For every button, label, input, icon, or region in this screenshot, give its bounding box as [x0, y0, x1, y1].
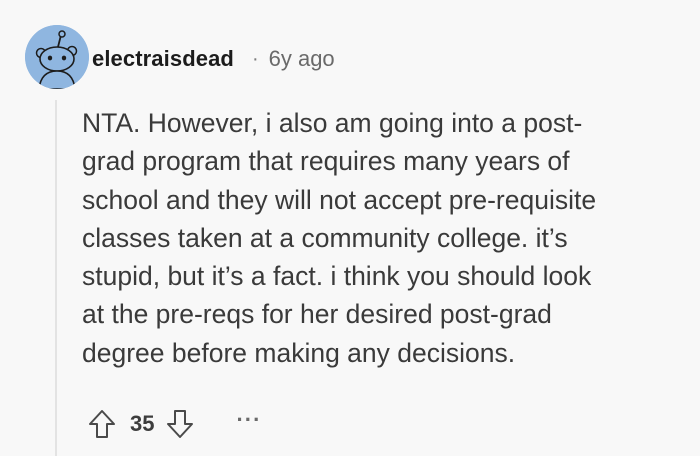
snoo-avatar-icon — [25, 25, 89, 89]
comment-line: at the pre-reqs for her desired post-gra… — [82, 299, 552, 330]
downvote-arrow-icon[interactable] — [164, 408, 196, 440]
comment-header: electraisdead · 6y ago — [92, 44, 335, 74]
comment-line: classes taken at a community college. it… — [82, 222, 568, 253]
timestamp[interactable]: 6y ago — [269, 46, 335, 72]
comment-line: stupid, but it’s a fact. i think you sho… — [82, 261, 592, 292]
thread-line[interactable] — [55, 100, 57, 456]
username[interactable]: electraisdead — [92, 46, 234, 72]
comment-line: grad program that requires many years of — [82, 146, 570, 177]
vote-score: 35 — [130, 411, 155, 436]
comment-actions: 35 ··· — [86, 404, 261, 444]
comment-line: degree before making any decisions. — [82, 337, 516, 368]
upvote-arrow-icon[interactable] — [86, 408, 118, 440]
avatar[interactable] — [25, 25, 89, 89]
meta-separator: · — [251, 47, 259, 70]
more-options-button[interactable]: ··· — [236, 409, 261, 438]
comment-body: NTA. However, i also am going into a pos… — [82, 104, 682, 372]
comment-line: school and they will not accept pre-requ… — [82, 184, 597, 215]
comment: electraisdead · 6y ago NTA. However, i a… — [0, 0, 700, 456]
comment-line: NTA. However, i also am going into a pos… — [82, 108, 583, 138]
